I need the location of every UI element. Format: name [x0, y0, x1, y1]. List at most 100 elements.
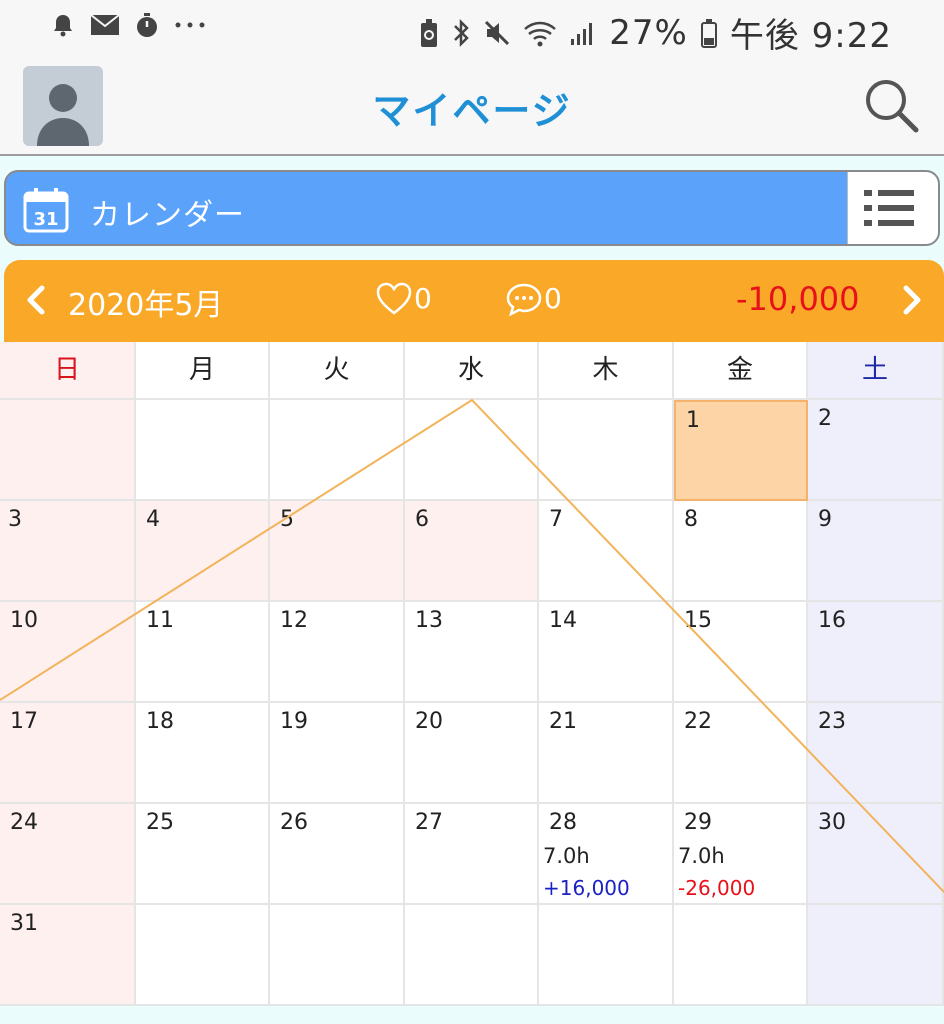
day-cell-8[interactable]: 8: [674, 501, 808, 602]
day-cell-6[interactable]: 6: [405, 501, 539, 602]
day-cell-31[interactable]: 31: [0, 905, 136, 1006]
week-row: 17 18 19 20 21 22 23: [0, 703, 944, 804]
bell-icon: [50, 12, 76, 38]
day-cell-30[interactable]: 30: [808, 804, 944, 905]
page-title: マイページ: [372, 89, 572, 133]
day-number: 25: [146, 810, 174, 835]
day-cell-28[interactable]: 28 7.0h +16,000: [539, 804, 674, 905]
day-amount: -26,000: [678, 876, 756, 900]
day-number: 2: [818, 406, 832, 431]
day-number: 8: [684, 507, 698, 532]
day-number: 23: [818, 709, 846, 734]
mail-icon: [90, 14, 120, 36]
day-cell-26[interactable]: 26: [270, 804, 405, 905]
day-number: 21: [549, 709, 577, 734]
day-cell-13[interactable]: 13: [405, 602, 539, 703]
battery-percent: 27%: [609, 12, 688, 53]
day-cell-16[interactable]: 16: [808, 602, 944, 703]
day-number: 6: [415, 507, 429, 532]
day-cell-15[interactable]: 15: [674, 602, 808, 703]
prev-month-icon[interactable]: [22, 280, 50, 324]
day-cell-1[interactable]: 1: [674, 400, 808, 501]
day-cell-empty: [674, 905, 808, 1006]
next-month-icon[interactable]: [898, 280, 926, 324]
day-cell-empty: [270, 400, 405, 501]
list-icon: [864, 190, 914, 226]
day-number: 10: [10, 608, 38, 633]
weekday-tue: 火: [270, 342, 405, 400]
day-number: 26: [280, 810, 308, 835]
weekday-header-row: 日 月 火 水 木 金 土: [0, 342, 944, 400]
day-number: 30: [818, 810, 846, 835]
day-cell-7[interactable]: 7: [539, 501, 674, 602]
month-amount: -10,000: [736, 280, 860, 318]
day-cell-2[interactable]: 2: [808, 400, 944, 501]
day-cell-4[interactable]: 4: [136, 501, 270, 602]
day-number: 14: [549, 608, 577, 633]
current-month: 2020年5月: [68, 288, 224, 323]
day-number: 7: [549, 507, 563, 532]
comment-icon[interactable]: [506, 282, 542, 320]
day-cell-empty: [539, 905, 674, 1006]
search-icon[interactable]: [862, 76, 922, 136]
day-cell-empty: [405, 400, 539, 501]
day-cell-25[interactable]: 25: [136, 804, 270, 905]
day-cell-21[interactable]: 21: [539, 703, 674, 804]
day-cell-5[interactable]: 5: [270, 501, 405, 602]
week-row: 1 2: [0, 400, 944, 501]
weekday-sat: 土: [808, 342, 944, 400]
day-cell-22[interactable]: 22: [674, 703, 808, 804]
calendar-section-bar[interactable]: 31 カレンダー: [4, 170, 940, 246]
weekday-wed: 水: [405, 342, 539, 400]
day-number: 19: [280, 709, 308, 734]
work-hours: 7.0h: [678, 844, 725, 868]
clock: 午後 9:22: [729, 16, 892, 56]
like-count: 0: [414, 282, 432, 315]
day-cell-20[interactable]: 20: [405, 703, 539, 804]
week-row: 24 25 26 27 28 7.0h +16,000 29 7.0h -26,…: [0, 804, 944, 905]
day-number: 4: [146, 507, 160, 532]
day-cell-10[interactable]: 10: [0, 602, 136, 703]
day-cell-19[interactable]: 19: [270, 703, 405, 804]
day-cell-18[interactable]: 18: [136, 703, 270, 804]
week-row: 3 4 5 6 7 8 9: [0, 501, 944, 602]
day-cell-24[interactable]: 24: [0, 804, 136, 905]
day-cell-9[interactable]: 9: [808, 501, 944, 602]
day-cell-14[interactable]: 14: [539, 602, 674, 703]
day-number: 18: [146, 709, 174, 734]
day-number: 31: [10, 911, 38, 936]
weekday-mon: 月: [136, 342, 270, 400]
day-number: 1: [686, 408, 700, 433]
day-number: 5: [280, 507, 294, 532]
day-cell-12[interactable]: 12: [270, 602, 405, 703]
day-number: 16: [818, 608, 846, 633]
day-number: 12: [280, 608, 308, 633]
day-cell-empty: [136, 400, 270, 501]
battery-icon: [700, 18, 718, 48]
status-bar: 27% 午後 9:22: [0, 0, 944, 58]
day-number: 15: [684, 608, 712, 633]
day-number: 22: [684, 709, 712, 734]
day-number: 3: [8, 507, 22, 532]
week-row: 10 11 12 13 14 15 16: [0, 602, 944, 703]
weekday-thu: 木: [539, 342, 674, 400]
day-cell-17[interactable]: 17: [0, 703, 136, 804]
day-cell-27[interactable]: 27: [405, 804, 539, 905]
day-cell-empty: [136, 905, 270, 1006]
day-cell-29[interactable]: 29 7.0h -26,000: [674, 804, 808, 905]
calendar-icon: 31: [22, 186, 70, 238]
day-cell-11[interactable]: 11: [136, 602, 270, 703]
day-number: 24: [10, 810, 38, 835]
day-cell-empty: [405, 905, 539, 1006]
day-cell-23[interactable]: 23: [808, 703, 944, 804]
day-amount: +16,000: [543, 876, 630, 900]
heart-icon[interactable]: [376, 282, 412, 320]
calendar-label: カレンダー: [90, 198, 245, 233]
wifi-icon: [523, 19, 557, 47]
weekday-fri: 金: [674, 342, 808, 400]
signal-icon: [569, 19, 597, 47]
day-cell-3[interactable]: 3: [0, 501, 136, 602]
day-number: 17: [10, 709, 38, 734]
mute-icon: [483, 19, 511, 47]
list-view-button[interactable]: [847, 172, 938, 244]
